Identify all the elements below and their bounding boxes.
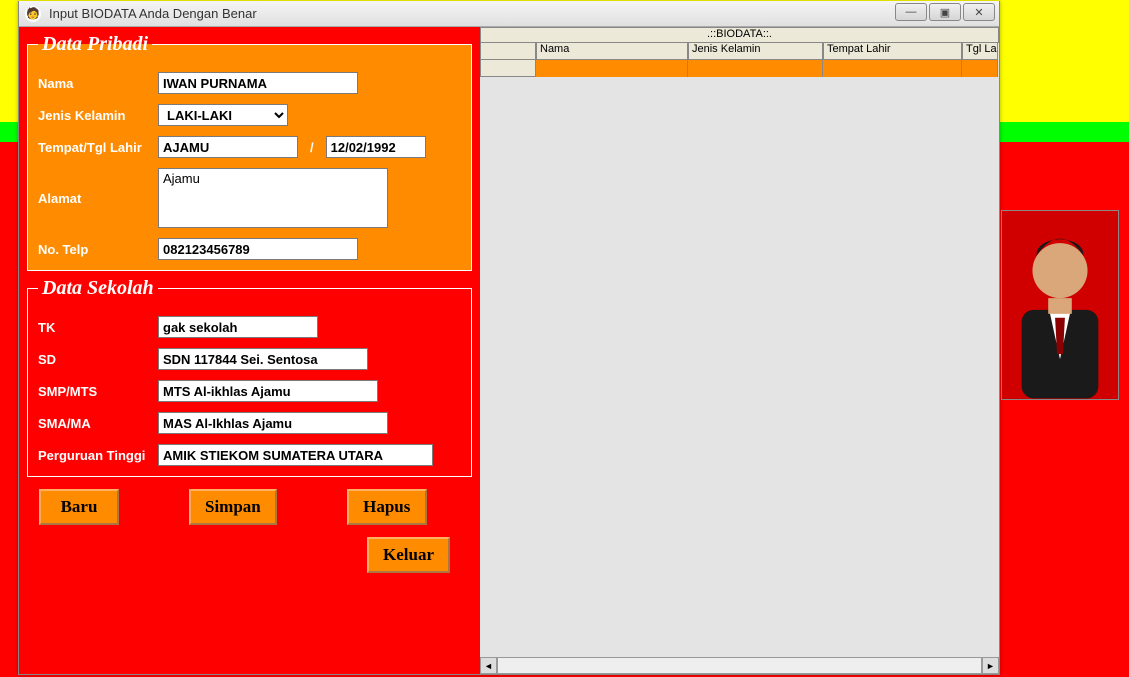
baru-button[interactable]: Baru <box>39 489 119 525</box>
input-tk[interactable] <box>158 316 318 338</box>
grid-header-nama[interactable]: Nama <box>536 43 688 60</box>
person-photo-icon <box>1002 211 1118 399</box>
minimize-button[interactable]: — <box>895 3 927 21</box>
grid-header-tempat[interactable]: Tempat Lahir <box>823 43 962 60</box>
ttl-separator: / <box>310 140 314 155</box>
close-button[interactable]: ✕ <box>963 3 995 21</box>
fieldset-data-sekolah: Data Sekolah TK SD SMP/MTS SMA/MA <box>27 277 472 477</box>
label-telp: No. Telp <box>38 242 158 257</box>
scroll-right-icon[interactable]: ► <box>982 657 999 674</box>
textarea-alamat[interactable] <box>158 168 388 228</box>
label-tk: TK <box>38 320 158 335</box>
label-ttl: Tempat/Tgl Lahir <box>38 140 158 155</box>
scroll-track[interactable] <box>497 657 982 674</box>
label-sd: SD <box>38 352 158 367</box>
grid-header-row: Nama Jenis Kelamin Tempat Lahir Tgl Lahi… <box>480 43 999 60</box>
grid-header-tgl[interactable]: Tgl Lahir Alamat <box>962 43 998 60</box>
input-tempat[interactable] <box>158 136 298 158</box>
biodata-window: 🧑 Input BIODATA Anda Dengan Benar — ▣ ✕ … <box>18 1 1000 675</box>
fieldset-data-pribadi: Data Pribadi Nama Jenis Kelamin LAKI-LAK… <box>27 33 472 271</box>
app-icon: 🧑 <box>25 6 41 22</box>
keluar-button[interactable]: Keluar <box>367 537 450 573</box>
label-nama: Nama <box>38 76 158 91</box>
input-sd[interactable] <box>158 348 368 370</box>
label-alamat: Alamat <box>38 191 158 206</box>
label-pt: Perguruan Tinggi <box>38 448 158 463</box>
grid-body[interactable] <box>480 77 999 667</box>
photo-frame <box>1001 210 1119 400</box>
grid-selection-row[interactable] <box>480 60 999 77</box>
input-sma[interactable] <box>158 412 388 434</box>
titlebar[interactable]: 🧑 Input BIODATA Anda Dengan Benar — ▣ ✕ <box>19 1 999 27</box>
input-smp[interactable] <box>158 380 378 402</box>
scroll-left-icon[interactable]: ◄ <box>480 657 497 674</box>
select-jenis-kelamin[interactable]: LAKI-LAKI <box>158 104 288 126</box>
label-jk: Jenis Kelamin <box>38 108 158 123</box>
horizontal-scrollbar[interactable]: ◄ ► <box>480 657 999 674</box>
grid-header-blank[interactable] <box>480 43 536 60</box>
legend-pribadi: Data Pribadi <box>38 33 152 56</box>
input-perguruan-tinggi[interactable] <box>158 444 433 466</box>
input-telp[interactable] <box>158 238 358 260</box>
label-smp: SMP/MTS <box>38 384 158 399</box>
legend-sekolah: Data Sekolah <box>38 277 158 300</box>
hapus-button[interactable]: Hapus <box>347 489 427 525</box>
simpan-button[interactable]: Simpan <box>189 489 277 525</box>
window-title: Input BIODATA Anda Dengan Benar <box>49 6 257 21</box>
input-nama[interactable] <box>158 72 358 94</box>
grid-title: .::BIODATA::. <box>480 27 999 43</box>
grid-header-jk[interactable]: Jenis Kelamin <box>688 43 823 60</box>
label-sma: SMA/MA <box>38 416 158 431</box>
input-tgl-lahir[interactable] <box>326 136 426 158</box>
biodata-grid[interactable]: .::BIODATA::. Nama Jenis Kelamin Tempat … <box>480 27 999 674</box>
maximize-button[interactable]: ▣ <box>929 3 961 21</box>
